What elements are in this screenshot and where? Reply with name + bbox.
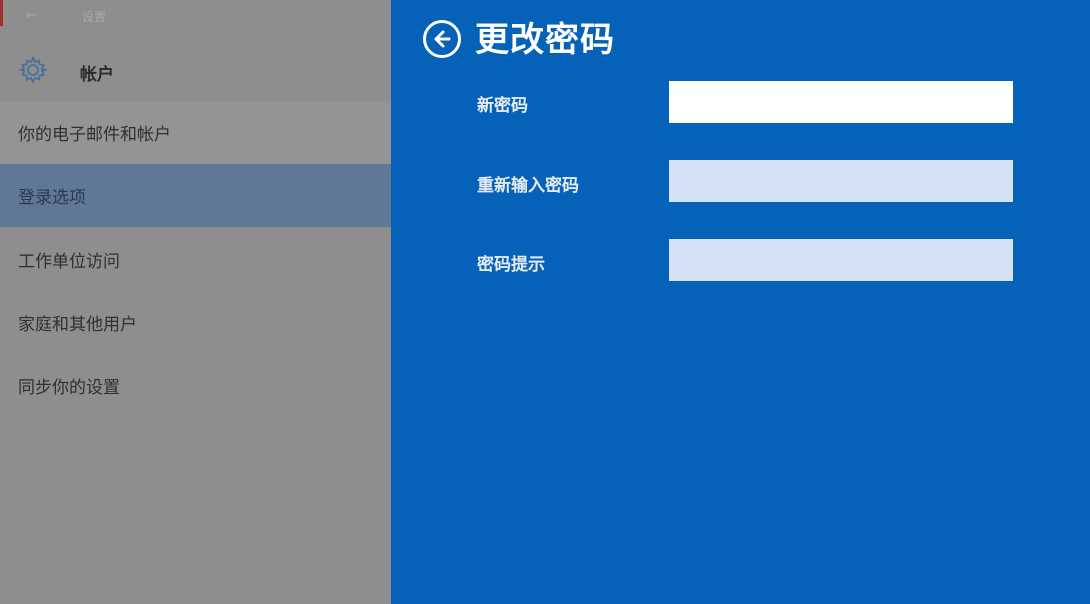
- sidebar-item-label: 家庭和其他用户: [18, 315, 137, 335]
- titlebar-back-button[interactable]: ←: [26, 8, 37, 23]
- sidebar-item-label: 登录选项: [18, 188, 86, 208]
- window-titlebar: ← 设置: [0, 0, 391, 34]
- password-hint-label: 密码提示: [477, 255, 545, 275]
- sidebar-item-work-access[interactable]: 工作单位访问: [0, 228, 391, 291]
- settings-window: ← 设置 帐户 你的电子邮件和帐户 登录选项 工作单位访问 家庭和其他用户 同步…: [0, 0, 1090, 604]
- window-title: 设置: [82, 10, 107, 24]
- dialog-title: 更改密码: [475, 20, 615, 60]
- reenter-password-label: 重新输入密码: [477, 176, 579, 196]
- reenter-password-input[interactable]: [669, 160, 1013, 202]
- section-label: 帐户: [80, 65, 114, 85]
- sidebar-item-sync-settings[interactable]: 同步你的设置: [0, 354, 391, 417]
- back-arrow-circle-icon: [434, 30, 451, 48]
- sidebar-item-family-users[interactable]: 家庭和其他用户: [0, 291, 391, 354]
- sidebar-item-label: 同步你的设置: [18, 378, 120, 398]
- sidebar-item-label: 你的电子邮件和帐户: [18, 125, 171, 145]
- sidebar-item-email-accounts[interactable]: 你的电子邮件和帐户: [0, 101, 391, 164]
- back-button[interactable]: [423, 20, 461, 58]
- new-password-label: 新密码: [477, 96, 528, 116]
- change-password-dialog: 更改密码 新密码 重新输入密码 密码提示: [391, 0, 1090, 604]
- password-hint-input[interactable]: [669, 239, 1013, 281]
- sidebar-item-label: 工作单位访问: [18, 252, 120, 272]
- accounts-section-header: 帐户: [0, 40, 391, 100]
- sidebar-item-sign-in-options[interactable]: 登录选项: [0, 164, 391, 227]
- new-password-input[interactable]: [669, 81, 1013, 123]
- settings-sidebar: ← 设置 帐户 你的电子邮件和帐户 登录选项 工作单位访问 家庭和其他用户 同步…: [0, 0, 391, 604]
- gear-icon: [18, 55, 48, 85]
